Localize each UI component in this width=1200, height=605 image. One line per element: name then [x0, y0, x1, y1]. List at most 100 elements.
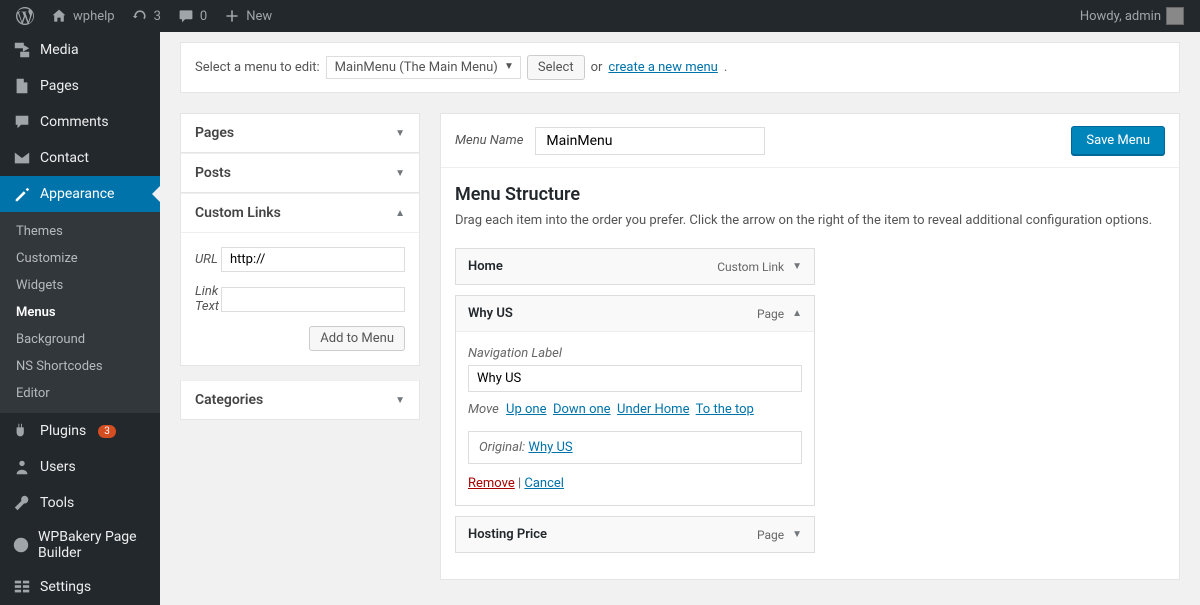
plugins-icon: [12, 421, 32, 441]
submenu-editor[interactable]: Editor: [0, 380, 160, 407]
sidebar-label: Appearance: [40, 186, 114, 202]
submenu-background[interactable]: Background: [0, 326, 160, 353]
menu-item-home[interactable]: Home Custom Link ▼: [455, 248, 815, 285]
nav-label-input[interactable]: [468, 365, 802, 392]
sidebar-label: Plugins: [40, 423, 86, 439]
new-link[interactable]: New: [215, 0, 280, 32]
menu-item-header[interactable]: Home Custom Link ▼: [456, 249, 814, 284]
sidebar-item-tools[interactable]: Tools: [0, 485, 160, 521]
custom-links-body: URL Link Text Add to Menu: [181, 232, 419, 365]
sidebar-item-appearance[interactable]: Appearance: [0, 176, 160, 212]
caret-up-icon: ▲: [395, 208, 405, 219]
sidebar-label: Comments: [40, 114, 109, 130]
acc-title: Custom Links: [195, 205, 281, 221]
updates-link[interactable]: 3: [123, 0, 169, 32]
menu-item-hosting-price[interactable]: Hosting Price Page ▼: [455, 516, 815, 553]
plus-icon: [223, 7, 241, 25]
menu-edit-panel: Menu Name Save Menu Menu Structure Drag …: [440, 113, 1180, 580]
acc-title: Pages: [195, 125, 234, 141]
acc-title: Categories: [195, 392, 263, 408]
accordion-categories-header[interactable]: Categories▼: [181, 380, 419, 419]
move-down-link[interactable]: Down one: [553, 402, 611, 417]
move-top-link[interactable]: To the top: [696, 402, 754, 417]
howdy-link[interactable]: Howdy, admin: [1072, 0, 1192, 32]
menu-item-type: Page: [757, 307, 784, 321]
main-content: Select a menu to edit: MainMenu (The Mai…: [160, 32, 1200, 605]
new-label: New: [246, 9, 272, 24]
sidebar-item-settings[interactable]: Settings: [0, 569, 160, 605]
original-box: Original: Why US: [468, 431, 802, 464]
accordion-pages: Pages ▼: [180, 113, 420, 153]
move-under-link[interactable]: Under Home: [617, 402, 689, 417]
nav-label: Navigation Label: [468, 346, 802, 361]
move-up-link[interactable]: Up one: [506, 402, 546, 417]
plugins-badge: 3: [98, 425, 116, 438]
sidebar-label: Users: [40, 459, 76, 475]
contact-icon: [12, 148, 32, 168]
menu-item-body: Navigation Label Move Up one Down one Un…: [456, 331, 814, 505]
wordpress-icon: [16, 7, 34, 25]
submenu-ns-shortcodes[interactable]: NS Shortcodes: [0, 353, 160, 380]
sidebar-item-comments[interactable]: Comments: [0, 104, 160, 140]
site-name: wphelp: [73, 9, 115, 24]
menu-item-header[interactable]: Why US Page▲: [456, 296, 814, 331]
submenu-customize[interactable]: Customize: [0, 245, 160, 272]
structure-desc: Drag each item into the order you prefer…: [455, 213, 1165, 228]
pages-icon: [12, 76, 32, 96]
submenu-themes[interactable]: Themes: [0, 218, 160, 245]
sidebar-label: Contact: [40, 150, 89, 166]
sidebar-label: Settings: [40, 579, 91, 595]
submenu-widgets[interactable]: Widgets: [0, 272, 160, 299]
settings-icon: [12, 577, 32, 597]
select-button[interactable]: Select: [527, 55, 585, 80]
site-name-link[interactable]: wphelp: [42, 0, 123, 32]
caret-down-icon: ▼: [395, 128, 405, 139]
accordion-posts-header[interactable]: Posts▼: [181, 153, 419, 192]
home-icon: [50, 7, 68, 25]
accordion-pages-header[interactable]: Pages ▼: [181, 114, 419, 152]
or-text: or: [591, 60, 603, 75]
move-label: Move: [468, 402, 499, 417]
sidebar-item-contact[interactable]: Contact: [0, 140, 160, 176]
menu-item-header[interactable]: Hosting Price Page ▼: [456, 517, 814, 552]
save-menu-button[interactable]: Save Menu: [1071, 126, 1165, 155]
comments-count: 0: [200, 9, 207, 24]
wpbakery-icon: [12, 535, 30, 555]
menu-item-why-us[interactable]: Why US Page▲ Navigation Label Move Up on…: [455, 295, 815, 506]
admin-sidebar: Media Pages Comments Contact Appearance …: [0, 32, 160, 605]
caret-down-icon: ▼: [395, 168, 405, 179]
menu-name-input[interactable]: [535, 127, 765, 155]
sidebar-item-plugins[interactable]: Plugins 3: [0, 413, 160, 449]
refresh-icon: [131, 7, 149, 25]
cancel-link[interactable]: Cancel: [524, 476, 564, 491]
sidebar-item-wpbakery[interactable]: WPBakery Page Builder: [0, 521, 160, 569]
accordion-custom-links-header[interactable]: Custom Links ▲: [181, 193, 419, 232]
sidebar-item-media[interactable]: Media: [0, 32, 160, 68]
remove-link[interactable]: Remove: [468, 476, 515, 491]
wp-logo[interactable]: [8, 0, 42, 32]
caret-down-icon: ▼: [792, 261, 802, 272]
menu-item-type: Page: [757, 528, 784, 542]
add-to-menu-button[interactable]: Add to Menu: [309, 326, 405, 351]
accordion-custom-links: Custom Links ▲ URL Link Text Add to Menu: [180, 193, 420, 366]
sidebar-label: Tools: [40, 495, 74, 511]
sidebar-label: Media: [40, 42, 79, 58]
submenu-menus[interactable]: Menus: [0, 299, 160, 326]
menu-item-title: Home: [468, 259, 503, 274]
caret-down-icon: ▼: [792, 529, 802, 540]
link-text-input[interactable]: [221, 287, 405, 312]
menu-item-title: Hosting Price: [468, 527, 547, 542]
sidebar-item-users[interactable]: Users: [0, 449, 160, 485]
updates-count: 3: [154, 9, 161, 24]
comments-link[interactable]: 0: [169, 0, 215, 32]
url-input[interactable]: [221, 247, 405, 272]
menu-select[interactable]: MainMenu (The Main Menu): [326, 56, 521, 79]
create-menu-link[interactable]: create a new menu: [608, 60, 717, 75]
link-text-label: Link Text: [195, 284, 221, 314]
accordion-posts: Posts▼: [180, 153, 420, 193]
original-link[interactable]: Why US: [528, 440, 572, 455]
menu-item-type: Custom Link: [717, 260, 784, 274]
sidebar-item-pages[interactable]: Pages: [0, 68, 160, 104]
move-row: Move Up one Down one Under Home To the t…: [468, 402, 802, 417]
remove-row: Remove | Cancel: [468, 476, 802, 491]
